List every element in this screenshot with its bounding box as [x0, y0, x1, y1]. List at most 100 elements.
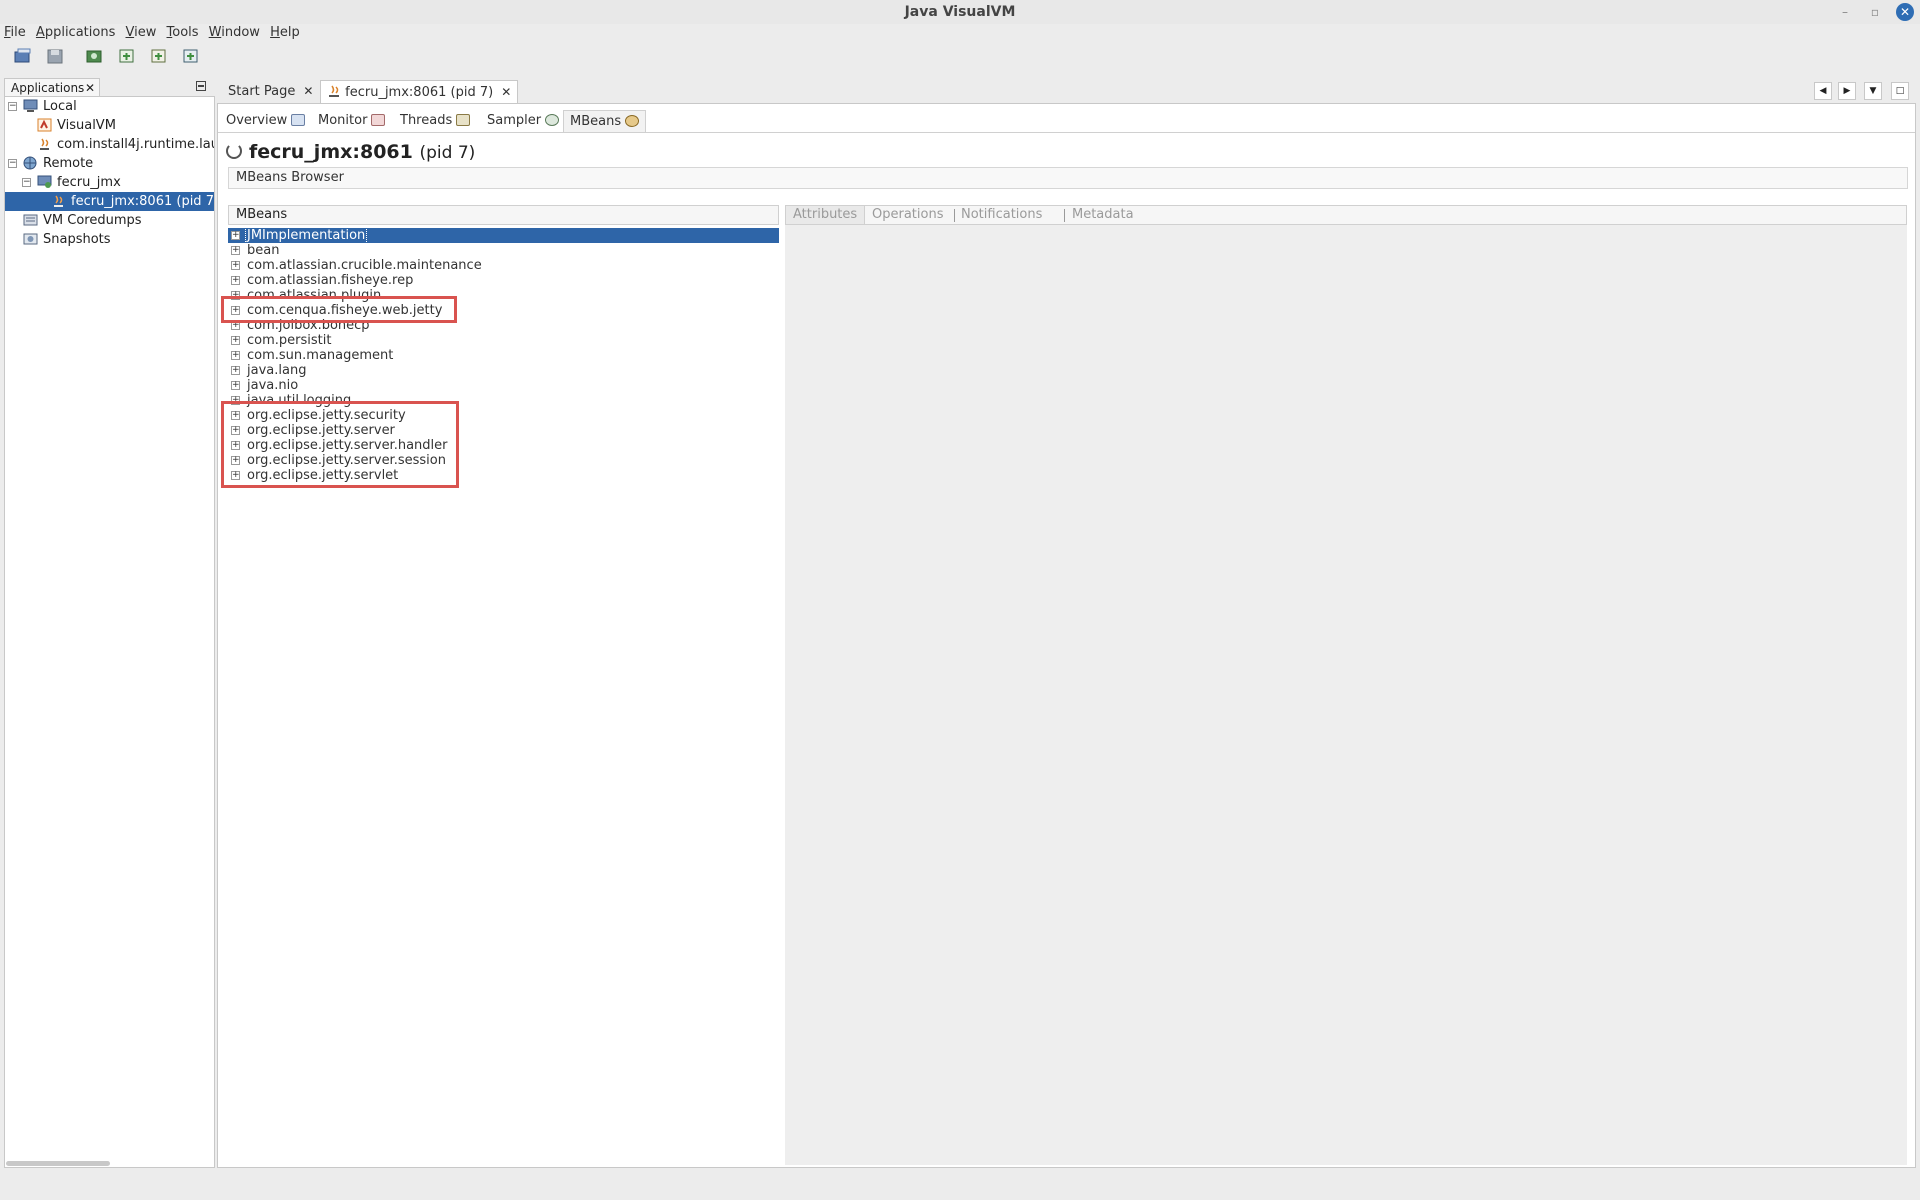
- mbean-node[interactable]: + com.persistit: [228, 333, 779, 348]
- java-app-icon: [327, 84, 341, 98]
- tab-mbeans[interactable]: MBeans: [563, 110, 647, 133]
- collapse-icon[interactable]: −: [22, 178, 31, 187]
- mbean-node[interactable]: + com.atlassian.fisheye.rep: [228, 273, 779, 288]
- tree-node-fecru-jmx[interactable]: − fecru_jmx: [5, 173, 214, 192]
- mbean-node-label: com.persistit: [247, 333, 332, 348]
- expand-icon[interactable]: +: [231, 231, 240, 240]
- mbean-node[interactable]: + java.nio: [228, 378, 779, 393]
- tab-overview[interactable]: Overview: [226, 110, 306, 132]
- applications-tab[interactable]: Applications ✕: [4, 78, 100, 96]
- status-bar: [0, 1178, 1920, 1200]
- restore-button[interactable]: ▫: [1866, 3, 1884, 21]
- tab-sampler[interactable]: Sampler: [487, 110, 560, 132]
- expand-icon[interactable]: +: [231, 261, 240, 270]
- tab-operations[interactable]: Operations: [872, 206, 943, 224]
- tree-node-local[interactable]: − Local: [5, 97, 214, 116]
- menu-bar: File Applications View Tools Window Help: [0, 24, 1920, 42]
- scroll-tabs-right-button[interactable]: ▶: [1838, 82, 1856, 100]
- overview-icon: [291, 114, 306, 126]
- mbean-node[interactable]: + com.atlassian.crucible.maintenance: [228, 258, 779, 273]
- menu-file[interactable]: File: [4, 24, 26, 42]
- collapse-icon[interactable]: −: [8, 159, 17, 168]
- menu-window[interactable]: Window: [209, 24, 260, 42]
- show-opened-documents-button[interactable]: ▼: [1864, 82, 1882, 100]
- local-host-icon: [23, 99, 38, 113]
- java-app-icon: [51, 194, 66, 208]
- open-snapshot-icon[interactable]: [12, 46, 34, 66]
- horizontal-scrollbar[interactable]: [6, 1161, 110, 1166]
- close-icon[interactable]: ✕: [85, 79, 95, 97]
- mbean-node-label: bean: [247, 243, 280, 258]
- expand-icon[interactable]: +: [231, 351, 240, 360]
- tab-separator: [1064, 209, 1065, 222]
- minimize-button[interactable]: –: [1836, 3, 1854, 21]
- mbean-node-label: com.atlassian.crucible.maintenance: [247, 258, 482, 273]
- tree-node-visualvm[interactable]: VisualVM: [5, 116, 214, 135]
- menu-applications[interactable]: Applications: [36, 24, 115, 42]
- mbean-node[interactable]: + com.sun.management: [228, 348, 779, 363]
- page-title: fecru_jmx:8061 (pid 7): [226, 140, 475, 164]
- mbeans-browser-header: MBeans Browser: [228, 167, 1908, 189]
- visualvm-app-icon: [37, 118, 52, 132]
- tab-metadata[interactable]: Metadata: [1072, 206, 1134, 224]
- collapse-icon[interactable]: −: [8, 102, 17, 111]
- monitor-icon: [371, 114, 386, 126]
- mbean-node-label: com.sun.management: [247, 348, 394, 363]
- mbeans-tree-header: MBeans: [228, 205, 779, 225]
- tab-fecru-jmx-8061[interactable]: fecru_jmx:8061 (pid 7) ✕: [320, 80, 519, 103]
- tab-notifications[interactable]: Notifications: [961, 206, 1042, 224]
- expand-icon[interactable]: +: [231, 381, 240, 390]
- sampler-icon: [545, 114, 560, 126]
- close-window-button[interactable]: ✕: [1896, 3, 1914, 21]
- mbean-node-label: JMImplementation: [244, 227, 368, 244]
- mbean-node-label: java.lang: [247, 363, 307, 378]
- minimize-panel-icon[interactable]: [196, 81, 206, 91]
- expand-icon[interactable]: +: [231, 246, 240, 255]
- window-title: Java VisualVM: [904, 4, 1016, 20]
- tab-start-page[interactable]: Start Page ✕: [228, 80, 313, 102]
- title-bar: Java VisualVM – ▫ ✕: [0, 0, 1920, 24]
- save-icon[interactable]: [44, 46, 66, 66]
- document-tabs: Start Page ✕ fecru_jmx:8061 (pid 7) ✕: [220, 78, 1920, 104]
- close-icon[interactable]: ✕: [501, 85, 511, 99]
- applications-tab-label: Applications: [11, 81, 85, 95]
- tree-node-fecru-jmx-8061[interactable]: fecru_jmx:8061 (pid 7): [5, 192, 214, 211]
- mbean-details-tabs: Attributes Operations Notifications Meta…: [785, 205, 1907, 225]
- threads-icon: [456, 114, 471, 126]
- mbean-details-pane: Attributes Operations Notifications Meta…: [785, 205, 1907, 1165]
- highlight-box: [221, 401, 459, 488]
- menu-help[interactable]: Help: [270, 24, 300, 42]
- mbeans-icon: [625, 115, 640, 127]
- expand-icon[interactable]: +: [231, 336, 240, 345]
- scroll-tabs-left-button[interactable]: ◀: [1814, 82, 1832, 100]
- tab-threads[interactable]: Threads: [400, 110, 471, 132]
- add-vm-coredump-icon[interactable]: [148, 46, 170, 66]
- coredumps-icon: [23, 213, 38, 227]
- tab-attributes[interactable]: Attributes: [786, 206, 866, 224]
- mbean-node[interactable]: + java.lang: [228, 363, 779, 378]
- tree-node-remote[interactable]: − Remote: [5, 154, 214, 173]
- expand-icon[interactable]: +: [231, 276, 240, 285]
- menu-view[interactable]: View: [126, 24, 157, 42]
- tree-node-snapshots[interactable]: Snapshots: [5, 230, 214, 249]
- add-snapshot-icon[interactable]: [180, 46, 202, 66]
- mbean-node-label: java.nio: [247, 378, 299, 393]
- snapshots-icon: [23, 232, 38, 246]
- tab-separator: [954, 209, 955, 222]
- tab-monitor[interactable]: Monitor: [318, 110, 386, 132]
- mbean-node[interactable]: + bean: [228, 243, 779, 258]
- menu-tools[interactable]: Tools: [167, 24, 199, 42]
- java-app-icon: [37, 137, 52, 151]
- toolbar: [0, 42, 1920, 70]
- mbean-node[interactable]: + JMImplementation: [228, 227, 779, 244]
- mbeans-tree: + JMImplementation + bean + com.atlassian.cru…: [221, 225, 779, 1120]
- tree-node-install4j-launcher[interactable]: com.install4j.runtime.launcher.UnixLaunc…: [5, 135, 214, 154]
- tree-node-vm-coredumps[interactable]: VM Coredumps: [5, 211, 214, 230]
- add-jmx-connection-icon[interactable]: [84, 46, 106, 66]
- add-remote-host-icon[interactable]: [116, 46, 138, 66]
- divider: [218, 132, 1915, 133]
- expand-icon[interactable]: +: [231, 366, 240, 375]
- loading-spinner-icon: [226, 143, 242, 159]
- close-icon[interactable]: ✕: [303, 84, 313, 98]
- maximize-window-button[interactable]: □: [1891, 82, 1909, 100]
